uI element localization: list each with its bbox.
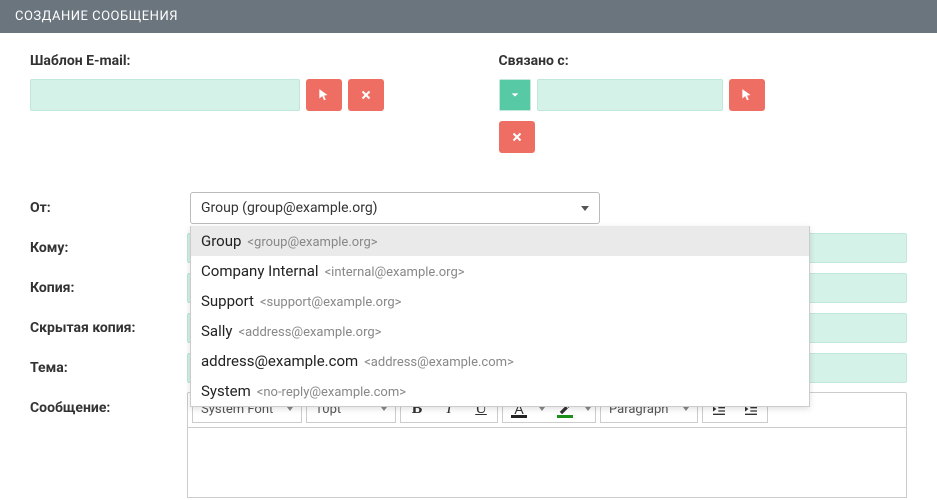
to-label: Кому: bbox=[30, 240, 187, 256]
related-pick-button[interactable] bbox=[729, 79, 765, 111]
from-option-email: <no-reply@example.com> bbox=[257, 385, 406, 400]
panel-title: СОЗДАНИЕ СООБЩЕНИЯ bbox=[0, 0, 937, 33]
from-option[interactable]: Sally <address@example.org> bbox=[191, 316, 809, 346]
form-rows: От: Group (group@example.org) Group <grou… bbox=[30, 188, 907, 498]
template-column: Шаблон E-mail: bbox=[30, 53, 439, 153]
template-label: Шаблон E-mail: bbox=[30, 53, 439, 69]
from-selected-value: Group (group@example.org) bbox=[201, 200, 378, 216]
from-option-name: Support bbox=[201, 292, 254, 310]
top-row: Шаблон E-mail: Связано с: bbox=[30, 53, 907, 153]
bcc-label: Скрытая копия: bbox=[30, 320, 187, 336]
related-column: Связано с: bbox=[499, 53, 908, 153]
template-clear-button[interactable] bbox=[348, 79, 384, 111]
from-option[interactable]: Company Internal <internal@example.org> bbox=[191, 256, 809, 286]
template-input[interactable] bbox=[30, 79, 300, 111]
from-option[interactable]: Group <group@example.org> bbox=[191, 226, 809, 256]
template-pick-button[interactable] bbox=[306, 79, 342, 111]
from-option[interactable]: Support <support@example.org> bbox=[191, 286, 809, 316]
from-option-email: <address@example.org> bbox=[238, 325, 381, 340]
related-value-input[interactable] bbox=[537, 79, 723, 111]
panel-body: Шаблон E-mail: Связано с: bbox=[0, 33, 937, 498]
cc-label: Копия: bbox=[30, 280, 187, 296]
chevron-down-icon bbox=[381, 407, 387, 411]
arrow-cursor-icon bbox=[317, 88, 331, 102]
body-row: Сообщение: System Font 10pt B I U bbox=[30, 392, 907, 498]
close-icon bbox=[360, 89, 372, 101]
chevron-down-icon bbox=[581, 206, 589, 211]
from-option-email: <internal@example.org> bbox=[325, 265, 465, 280]
related-type-select[interactable] bbox=[499, 79, 531, 111]
from-option[interactable]: System <no-reply@example.com> bbox=[191, 376, 809, 406]
close-icon bbox=[511, 131, 523, 143]
from-option-email: <group@example.org> bbox=[247, 235, 377, 250]
chevron-down-icon bbox=[683, 407, 689, 411]
from-select[interactable]: Group (group@example.org) bbox=[190, 192, 600, 224]
from-label: От: bbox=[30, 200, 190, 216]
from-option-name: Company Internal bbox=[201, 262, 319, 280]
from-option-name: Group bbox=[201, 232, 241, 250]
from-row: От: Group (group@example.org) Group<grou… bbox=[30, 188, 907, 228]
from-option-email: <support@example.org> bbox=[260, 295, 402, 310]
arrow-cursor-icon bbox=[740, 88, 754, 102]
from-option-name: address@example.com bbox=[201, 352, 358, 370]
from-option[interactable]: address@example.com <address@example.com> bbox=[191, 346, 809, 376]
body-label: Сообщение: bbox=[30, 392, 187, 416]
compose-panel: СОЗДАНИЕ СООБЩЕНИЯ Шаблон E-mail: Связан… bbox=[0, 0, 937, 498]
from-option-name: System bbox=[201, 382, 251, 400]
related-label: Связано с: bbox=[499, 53, 908, 69]
from-option-name: Sally bbox=[201, 322, 232, 340]
chevron-down-icon bbox=[287, 407, 293, 411]
from-dropdown: Group <group@example.org> Company Internal… bbox=[190, 226, 810, 407]
from-option-email: <address@example.com> bbox=[364, 355, 514, 370]
related-clear-button[interactable] bbox=[499, 121, 535, 153]
subject-label: Тема: bbox=[30, 360, 187, 376]
chevron-down-icon bbox=[500, 80, 530, 110]
editor-body[interactable] bbox=[187, 428, 907, 498]
